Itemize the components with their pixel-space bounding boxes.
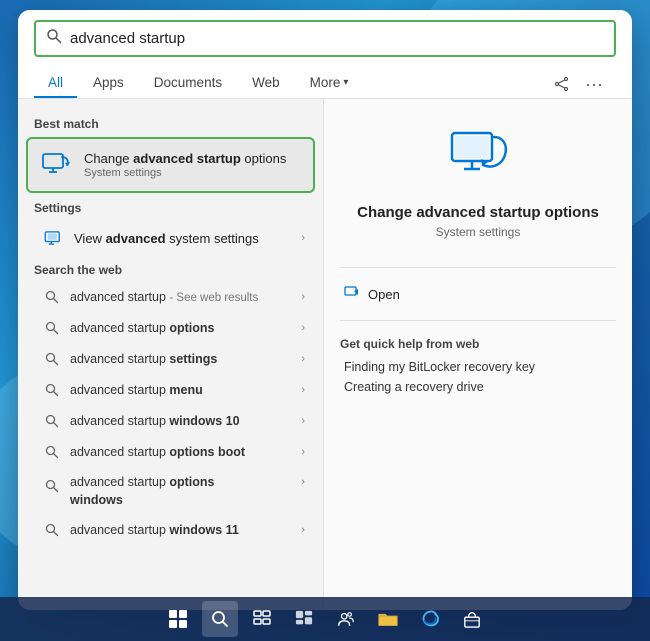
web-item-4[interactable]: advanced startup menu › (26, 375, 315, 405)
edge-button[interactable] (412, 601, 448, 637)
share-button[interactable] (548, 70, 576, 98)
store-button[interactable] (454, 601, 490, 637)
web-item-text-7: advanced startup options windows (70, 474, 301, 509)
edge-icon (421, 610, 439, 628)
web-item-text-4: advanced startup menu (70, 383, 301, 397)
store-icon (463, 610, 481, 628)
search-tabs: All Apps Documents Web More ▾ (34, 65, 616, 98)
open-action[interactable]: Open (340, 278, 616, 310)
chevron-right-icon-w3: › (301, 353, 305, 365)
search-input-wrapper[interactable] (34, 20, 616, 57)
chevron-right-icon-w1: › (301, 291, 305, 303)
chevron-right-icon-w4: › (301, 384, 305, 396)
task-view-button[interactable] (244, 601, 280, 637)
web-item-text-2: advanced startup options (70, 321, 301, 335)
divider-2 (340, 320, 616, 321)
search-bar-area: All Apps Documents Web More ▾ (18, 10, 632, 99)
divider-1 (340, 267, 616, 268)
tab-more[interactable]: More ▾ (296, 69, 363, 98)
web-item-6[interactable]: advanced startup options boot › (26, 437, 315, 467)
left-panel: Best match Change advanced startup optio… (18, 99, 323, 610)
open-icon (344, 284, 360, 304)
chevron-right-icon-w2: › (301, 322, 305, 334)
best-match-subtitle: System settings (84, 167, 303, 179)
search-content: Best match Change advanced startup optio… (18, 99, 632, 610)
taskbar-search-icon (211, 610, 229, 628)
web-item-text-5: advanced startup windows 10 (70, 414, 301, 428)
chevron-right-icon: › (301, 232, 305, 244)
tab-apps[interactable]: Apps (79, 69, 138, 98)
settings-item-text: View advanced system settings (74, 231, 301, 246)
web-item-5[interactable]: advanced startup windows 10 › (26, 406, 315, 436)
open-label: Open (368, 287, 400, 302)
web-item-7[interactable]: advanced startup options windows › (26, 468, 315, 514)
right-panel-icon (446, 123, 510, 192)
right-link-1[interactable]: Finding my BitLocker recovery key (340, 357, 616, 377)
tabs-actions: ··· (548, 70, 616, 98)
explorer-button[interactable] (370, 601, 406, 637)
web-item-text-1: advanced startup - See web results (70, 290, 301, 304)
right-panel-subtitle: System settings (436, 225, 521, 239)
startup-item-icon (38, 147, 74, 183)
chevron-right-icon-w5: › (301, 415, 305, 427)
tab-web[interactable]: Web (238, 69, 294, 98)
web-item-text-6: advanced startup options boot (70, 445, 301, 459)
web-search-icon-8 (42, 520, 62, 540)
web-item-text-8: advanced startup windows 11 (70, 523, 301, 537)
widgets-icon (295, 610, 313, 628)
right-panel: Change advanced startup options System s… (323, 99, 632, 610)
web-search-icon-3 (42, 349, 62, 369)
teams-icon (337, 610, 355, 628)
web-item-8[interactable]: advanced startup windows 11 › (26, 515, 315, 545)
web-item-3[interactable]: advanced startup settings › (26, 344, 315, 374)
right-panel-title: Change advanced startup options (357, 204, 599, 221)
chevron-right-icon-w6: › (301, 446, 305, 458)
more-options-button[interactable]: ··· (580, 70, 608, 98)
explorer-icon (378, 611, 398, 627)
widgets-button[interactable] (286, 601, 322, 637)
search-input[interactable] (70, 30, 604, 47)
web-search-icon-7 (42, 476, 62, 496)
settings-section-header: Settings (18, 195, 323, 219)
web-section-header: Search the web (18, 257, 323, 281)
ellipsis-icon: ··· (585, 75, 603, 93)
chevron-down-icon: ▾ (343, 77, 348, 88)
chevron-right-icon-w7: › (301, 476, 305, 488)
settings-icon (42, 226, 66, 250)
taskbar (0, 597, 650, 641)
best-match-item[interactable]: Change advanced startup options System s… (26, 137, 315, 193)
start-button[interactable] (160, 601, 196, 637)
chevron-right-icon-w8: › (301, 524, 305, 536)
web-search-icon-2 (42, 318, 62, 338)
search-popup: All Apps Documents Web More ▾ (18, 10, 632, 610)
windows-logo-icon (169, 610, 187, 628)
web-search-icon-6 (42, 442, 62, 462)
quick-help-header: Get quick help from web (340, 337, 616, 351)
taskbar-search-button[interactable] (202, 601, 238, 637)
web-item-text-3: advanced startup settings (70, 352, 301, 366)
task-view-icon (253, 610, 271, 628)
tab-documents[interactable]: Documents (140, 69, 236, 98)
web-search-icon-4 (42, 380, 62, 400)
web-item-1[interactable]: advanced startup - See web results › (26, 282, 315, 312)
search-icon (46, 28, 62, 49)
best-match-title: Change advanced startup options (84, 151, 303, 168)
settings-item-advanced[interactable]: View advanced system settings › (26, 220, 315, 256)
web-search-icon-5 (42, 411, 62, 431)
best-match-header: Best match (18, 111, 323, 135)
teams-button[interactable] (328, 601, 364, 637)
web-item-2[interactable]: advanced startup options › (26, 313, 315, 343)
tab-all[interactable]: All (34, 69, 77, 98)
best-match-text: Change advanced startup options System s… (84, 151, 303, 180)
web-search-icon-1 (42, 287, 62, 307)
right-link-2[interactable]: Creating a recovery drive (340, 377, 616, 397)
